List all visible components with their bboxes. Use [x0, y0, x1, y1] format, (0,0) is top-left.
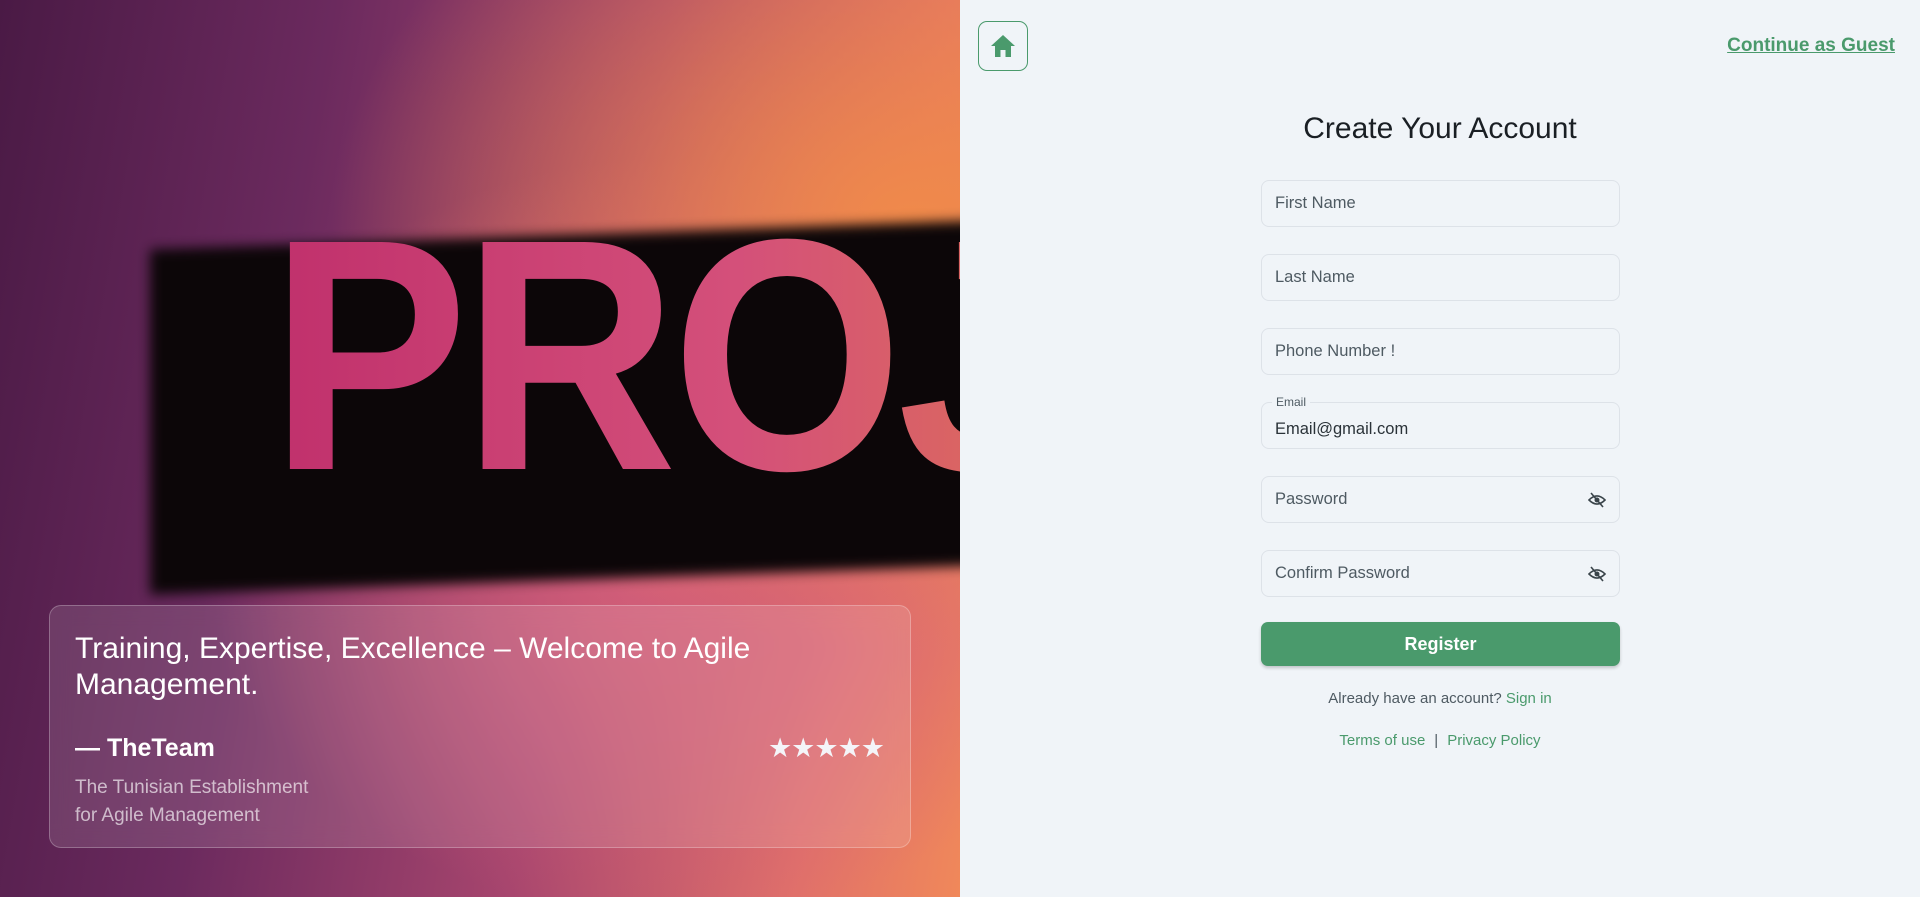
email-label: Email	[1272, 395, 1311, 409]
sign-in-link[interactable]: Sign in	[1506, 690, 1552, 707]
password-field[interactable]	[1261, 476, 1620, 523]
hero-panel: PROJECTS Training, Expertise, Excellence…	[0, 0, 960, 897]
already-text: Already have an account?	[1328, 690, 1502, 707]
eye-off-icon[interactable]	[1588, 492, 1606, 508]
confirm-password-input[interactable]	[1262, 551, 1619, 596]
eye-off-icon[interactable]	[1588, 566, 1606, 582]
testimonial-card: Training, Expertise, Excellence – Welcom…	[49, 605, 911, 848]
home-button[interactable]	[978, 21, 1028, 71]
last-name-input[interactable]	[1262, 255, 1619, 300]
last-name-field[interactable]	[1261, 254, 1620, 301]
star-rating: ★★★★★	[767, 733, 885, 763]
first-name-input[interactable]	[1262, 181, 1619, 226]
phone-field[interactable]	[1261, 328, 1620, 375]
hero-photo-lettering: PROJECTS	[270, 190, 960, 520]
home-icon	[991, 35, 1015, 57]
separator: |	[1434, 732, 1439, 749]
continue-as-guest-link[interactable]: Continue as Guest	[1727, 35, 1895, 57]
phone-input[interactable]	[1262, 329, 1619, 374]
sign-in-prompt: Already have an account? Sign in	[960, 690, 1920, 707]
email-input[interactable]	[1262, 403, 1619, 448]
email-field[interactable]: Email	[1261, 395, 1620, 449]
legal-links: Terms of use | Privacy Policy	[960, 732, 1920, 749]
register-button[interactable]: Register	[1261, 622, 1620, 666]
password-input[interactable]	[1262, 477, 1619, 522]
testimonial-org: The Tunisian Establishment for Agile Man…	[75, 774, 308, 830]
privacy-link[interactable]: Privacy Policy	[1447, 732, 1540, 749]
first-name-field[interactable]	[1261, 180, 1620, 227]
terms-link[interactable]: Terms of use	[1339, 732, 1425, 749]
testimonial-author: — TheTeam	[75, 734, 215, 762]
register-panel: Continue as Guest Create Your Account Em…	[960, 0, 1920, 897]
testimonial-quote: Training, Expertise, Excellence – Welcom…	[75, 632, 751, 701]
org-line-2: for Agile Management	[75, 805, 260, 826]
org-line-1: The Tunisian Establishment	[75, 777, 309, 798]
confirm-password-field[interactable]	[1261, 550, 1620, 597]
page-title: Create Your Account	[1303, 112, 1577, 145]
